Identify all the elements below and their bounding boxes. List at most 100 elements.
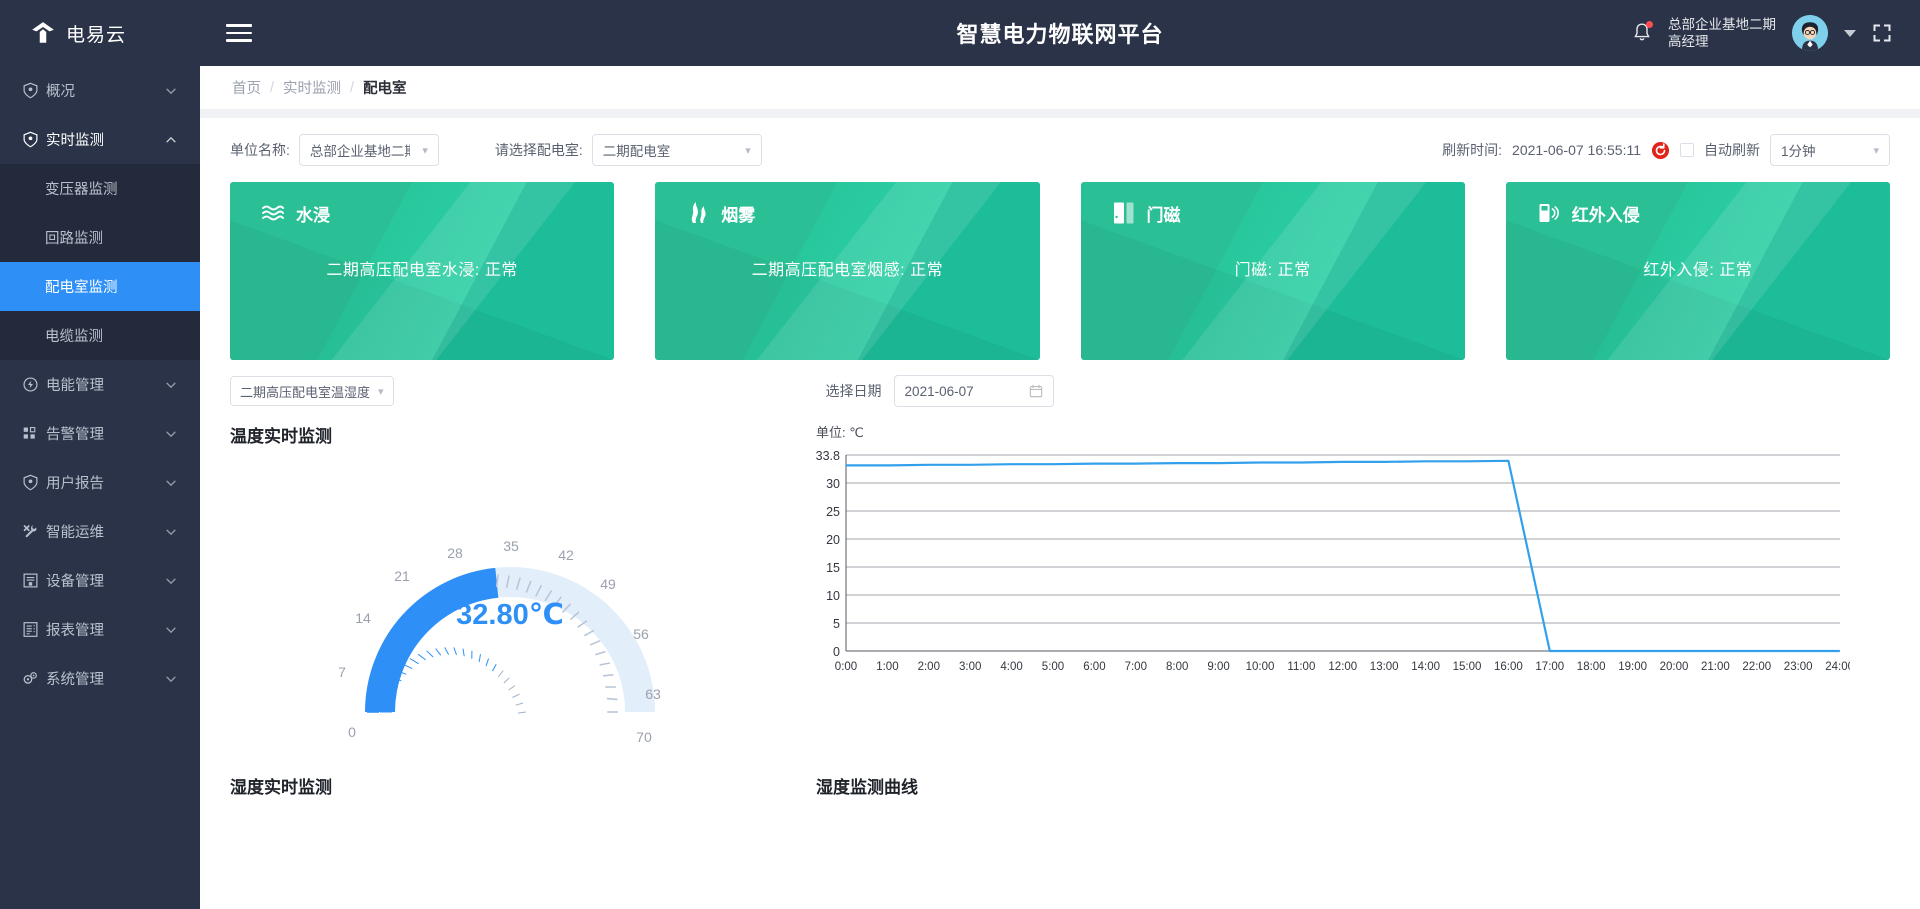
sidebar-item-circuit-monitor[interactable]: 回路监测 — [0, 213, 200, 262]
chevron-down-icon — [166, 88, 176, 94]
humidity-realtime-title: 湿度实时监测 — [230, 778, 332, 797]
date-picker-group: 选择日期 2021-06-07 — [826, 375, 1054, 407]
sidebar-item-device-management[interactable]: 设备管理 — [0, 556, 200, 605]
svg-text:28: 28 — [447, 545, 463, 561]
sidebar-submenu-realtime: 变压器监测 回路监测 配电室监测 电缆监测 — [0, 164, 200, 360]
svg-text:2:00: 2:00 — [918, 661, 940, 673]
status-card-smoke[interactable]: 烟雾 二期高压配电室烟感: 正常 — [655, 182, 1040, 360]
svg-text:20: 20 — [826, 533, 840, 547]
status-card-water[interactable]: 水浸 二期高压配电室水浸: 正常 — [230, 182, 615, 360]
svg-text:16:00: 16:00 — [1494, 661, 1523, 673]
chevron-down-icon — [166, 676, 176, 682]
sidebar-item-report-management[interactable]: 报表管理 — [0, 605, 200, 654]
calendar-icon — [1029, 384, 1042, 398]
sidebar-subitem-label: 变压器监测 — [45, 182, 118, 198]
svg-text:19:00: 19:00 — [1618, 661, 1647, 673]
distribution-room-select[interactable]: 二期配电室 ▾ — [591, 134, 762, 166]
caret-down-icon[interactable] — [1844, 29, 1856, 37]
status-card-door[interactable]: 门磁 门磁: 正常 — [1080, 182, 1465, 360]
unit-name-select[interactable]: 总部企业基地二期 ▾ — [298, 134, 439, 166]
chevron-down-icon — [166, 431, 176, 437]
sidebar-item-label: 概况 — [46, 84, 75, 100]
user-role: 高经理 — [1668, 34, 1709, 49]
refresh-time-value: 2021-06-07 16:55:11 — [1512, 142, 1641, 158]
svg-text:5: 5 — [833, 617, 840, 631]
sidebar-item-transformer-monitor[interactable]: 变压器监测 — [0, 164, 200, 213]
sidebar-item-smart-ops[interactable]: 智能运维 — [0, 507, 200, 556]
breadcrumb: 首页 / 实时监测 / 配电室 — [200, 66, 1920, 110]
chart-x-ticks: 0:00 1:00 2:00 3:00 4:00 5:00 6:00 7:00 … — [835, 661, 1850, 673]
bell-icon[interactable] — [1632, 21, 1653, 44]
card-header: 烟雾 — [655, 182, 1039, 226]
refresh-interval-select[interactable]: 1分钟 ▾ — [1770, 134, 1890, 166]
brand[interactable]: 电易云 — [0, 0, 200, 66]
sidebar-item-user-report[interactable]: 用户报告 — [0, 458, 200, 507]
card-title: 烟雾 — [721, 205, 756, 225]
sensor-select-value: 二期高压配电室温湿度 — [240, 384, 371, 400]
card-header: 红外入侵 — [1506, 182, 1890, 226]
sidebar-item-label: 系统管理 — [46, 672, 104, 688]
sidebar-item-overview[interactable]: 概况 — [0, 66, 200, 115]
date-input[interactable]: 2021-06-07 — [893, 375, 1054, 407]
sidebar-item-distribution-room-monitor[interactable]: 配电室监测 — [0, 262, 200, 311]
chevron-down-icon: ▾ — [378, 385, 384, 398]
svg-text:22:00: 22:00 — [1742, 661, 1771, 673]
notification-badge-dot — [1646, 21, 1653, 28]
svg-text:3:00: 3:00 — [959, 661, 981, 673]
sidebar-item-cable-monitor[interactable]: 电缆监测 — [0, 311, 200, 360]
temperature-series-line — [846, 459, 1840, 653]
shield-monitor-icon — [23, 131, 38, 148]
svg-text:13:00: 13:00 — [1370, 661, 1399, 673]
humidity-gauge-block: 湿度实时监测 — [230, 773, 790, 798]
avatar[interactable] — [1792, 15, 1828, 51]
temp-realtime-title: 温度实时监测 — [230, 427, 332, 446]
breadcrumb-item-current: 配电室 — [363, 81, 407, 97]
chevron-down-icon — [166, 382, 176, 388]
refresh-icon[interactable] — [1651, 141, 1670, 160]
sidebar-item-label: 报表管理 — [46, 623, 104, 639]
sensor-select[interactable]: 二期高压配电室温湿度 ▾ — [230, 376, 394, 406]
svg-text:12:00: 12:00 — [1328, 661, 1357, 673]
sidebar-item-label: 智能运维 — [46, 525, 104, 541]
svg-text:11:00: 11:00 — [1287, 661, 1315, 673]
chevron-down-icon — [166, 578, 176, 584]
chart-axes — [845, 455, 1840, 652]
alarm-blocks-icon — [23, 426, 36, 439]
svg-text:21: 21 — [394, 568, 410, 584]
breadcrumb-item-home[interactable]: 首页 — [232, 77, 261, 98]
svg-text:10:00: 10:00 — [1246, 661, 1275, 673]
fullscreen-icon[interactable] — [1872, 23, 1892, 43]
sidebar-item-alarm-management[interactable]: 告警管理 — [0, 409, 200, 458]
svg-text:4:00: 4:00 — [1000, 661, 1022, 673]
breadcrumb-separator: / — [350, 79, 355, 96]
temperature-section: 温度实时监测 0 7 14 21 28 35 42 49 56 63 70 32… — [230, 422, 1890, 747]
status-card-infrared[interactable]: 红外入侵 红外入侵: 正常 — [1505, 182, 1890, 360]
gears-icon — [23, 672, 37, 684]
card-status-text: 门磁: 正常 — [1234, 262, 1311, 279]
card-status-text: 二期高压配电室烟感: 正常 — [751, 262, 944, 279]
user-info[interactable]: 总部企业基地二期 高经理 — [1668, 16, 1776, 50]
shield-report-icon — [23, 474, 38, 491]
humidity-curve-block: 湿度监测曲线 — [790, 773, 1890, 798]
svg-text:21:00: 21:00 — [1701, 661, 1730, 673]
hamburger-icon[interactable] — [226, 19, 252, 47]
sidebar-item-realtime-monitor[interactable]: 实时监测 — [0, 115, 200, 164]
main-panel: 单位名称: 总部企业基地二期 ▾ 请选择配电室: 二期配电室 ▾ 刷新时间: 2… — [200, 118, 1920, 909]
breadcrumb-item-realtime[interactable]: 实时监测 — [283, 77, 341, 98]
svg-text:42: 42 — [558, 547, 574, 563]
svg-text:30: 30 — [826, 477, 840, 491]
device-box-icon — [23, 573, 38, 588]
sidebar-subitem-label: 电缆监测 — [45, 329, 103, 345]
diamond-logo-icon — [32, 22, 54, 43]
temperature-line-chart: 33.8 30 25 20 15 10 5 0 0:00 1:00 2:00 3… — [816, 449, 1850, 673]
card-header: 水浸 — [230, 182, 614, 226]
filter-bar: 单位名称: 总部企业基地二期 ▾ 请选择配电室: 二期配电室 ▾ 刷新时间: 2… — [230, 118, 1890, 182]
breadcrumb-separator: / — [270, 79, 275, 96]
refresh-controls: 刷新时间: 2021-06-07 16:55:11 自动刷新 1分钟 ▾ — [1442, 134, 1890, 166]
auto-refresh-checkbox[interactable] — [1680, 143, 1694, 157]
header-actions: 总部企业基地二期 高经理 — [1632, 15, 1892, 51]
top-header: 智慧电力物联网平台 总部企业基地二期 高经理 — [200, 0, 1920, 66]
sidebar-item-system-management[interactable]: 系统管理 — [0, 654, 200, 703]
auto-refresh-label[interactable]: 自动刷新 — [1704, 140, 1760, 160]
sidebar-item-power-management[interactable]: 电能管理 — [0, 360, 200, 409]
